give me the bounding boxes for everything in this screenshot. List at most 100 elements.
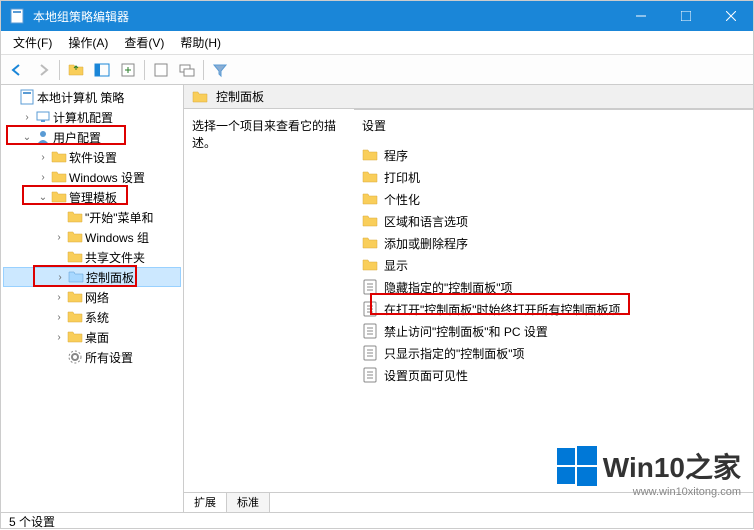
up-button[interactable] — [64, 58, 88, 82]
folder-icon — [67, 289, 83, 305]
setting-row[interactable]: 打印机 — [362, 166, 745, 188]
properties-button[interactable] — [175, 58, 199, 82]
setting-label: 隐藏指定的"控制面板"项 — [384, 279, 513, 296]
expand-icon[interactable]: ⌄ — [19, 132, 35, 143]
settings-header[interactable]: 设置 — [362, 117, 745, 134]
description-column: 选择一个项目来查看它的描述。 — [192, 117, 362, 484]
main-area: 本地计算机 策略 ›计算机配置 ⌄用户配置 ›软件设置 ›Windows 设置 … — [1, 85, 753, 512]
menubar: 文件(F) 操作(A) 查看(V) 帮助(H) — [1, 31, 753, 55]
show-hide-tree-button[interactable] — [90, 58, 114, 82]
setting-row[interactable]: 个性化 — [362, 188, 745, 210]
tree-desktop[interactable]: › 桌面 — [3, 327, 181, 347]
setting-row[interactable]: 程序 — [362, 144, 745, 166]
menu-file[interactable]: 文件(F) — [5, 32, 60, 53]
tab-extended[interactable]: 扩展 — [184, 493, 227, 512]
tree-label: 本地计算机 策略 — [37, 89, 128, 106]
expand-icon[interactable]: ⌄ — [35, 192, 51, 203]
refresh-button[interactable] — [149, 58, 173, 82]
setting-label: 显示 — [384, 257, 408, 274]
tree-label: 所有设置 — [85, 349, 137, 366]
tree-network[interactable]: › 网络 — [3, 287, 181, 307]
window-title: 本地组策略编辑器 — [33, 8, 618, 25]
setting-row[interactable]: 隐藏指定的"控制面板"项 — [362, 276, 745, 298]
tree-label: Windows 组 — [85, 229, 153, 246]
menu-action[interactable]: 操作(A) — [60, 32, 116, 53]
policy-icon — [362, 301, 378, 317]
tree-computer-config[interactable]: ›计算机配置 — [3, 107, 181, 127]
toolbar — [1, 55, 753, 85]
app-icon — [9, 8, 25, 24]
expand-icon[interactable]: › — [51, 292, 67, 303]
folder-icon — [362, 235, 378, 251]
setting-row[interactable]: 在打开"控制面板"时始终打开所有控制面板项 — [362, 298, 745, 320]
export-button[interactable] — [116, 58, 140, 82]
tree-root[interactable]: 本地计算机 策略 — [3, 87, 181, 107]
expand-icon[interactable]: › — [51, 232, 67, 243]
tree-control-panel[interactable]: ›控制面板 — [3, 267, 181, 287]
filter-button[interactable] — [208, 58, 232, 82]
content-body: 选择一个项目来查看它的描述。 设置 程序打印机个性化区域和语言选项添加或删除程序… — [184, 109, 753, 492]
folder-icon — [362, 257, 378, 273]
titlebar: 本地组策略编辑器 — [1, 1, 753, 31]
setting-label: 程序 — [384, 147, 408, 164]
tree-software-settings[interactable]: ›软件设置 — [3, 147, 181, 167]
setting-row[interactable]: 显示 — [362, 254, 745, 276]
folder-icon — [362, 213, 378, 229]
tree-shared-folders[interactable]: 共享文件夹 — [3, 247, 181, 267]
setting-row[interactable]: 添加或删除程序 — [362, 232, 745, 254]
statusbar: 5 个设置 — [1, 512, 753, 530]
tree-pane[interactable]: 本地计算机 策略 ›计算机配置 ⌄用户配置 ›软件设置 ›Windows 设置 … — [1, 85, 184, 512]
folder-open-icon — [68, 269, 84, 285]
folder-icon — [51, 169, 67, 185]
folder-icon — [51, 149, 67, 165]
back-button[interactable] — [5, 58, 29, 82]
setting-label: 禁止访问"控制面板"和 PC 设置 — [384, 323, 548, 340]
folder-icon — [67, 249, 83, 265]
content-pane: 控制面板 选择一个项目来查看它的描述。 设置 程序打印机个性化区域和语言选项添加… — [184, 85, 753, 512]
window-controls — [618, 1, 753, 31]
toolbar-separator — [203, 60, 204, 80]
expand-icon[interactable]: › — [51, 312, 67, 323]
policy-icon — [362, 323, 378, 339]
tree-windows-components[interactable]: › Windows 组 — [3, 227, 181, 247]
menu-view[interactable]: 查看(V) — [116, 32, 172, 53]
maximize-button[interactable] — [663, 1, 708, 31]
expand-icon[interactable]: › — [19, 112, 35, 123]
setting-label: 在打开"控制面板"时始终打开所有控制面板项 — [384, 301, 621, 318]
tree-start-menu[interactable]: "开始"菜单和 — [3, 207, 181, 227]
folder-icon — [192, 89, 208, 105]
tree-label: 桌面 — [85, 329, 113, 346]
setting-label: 只显示指定的"控制面板"项 — [384, 345, 525, 362]
setting-row[interactable]: 设置页面可见性 — [362, 364, 745, 386]
tree-all-settings[interactable]: 所有设置 — [3, 347, 181, 367]
setting-row[interactable]: 区域和语言选项 — [362, 210, 745, 232]
tree-label: Windows 设置 — [69, 169, 149, 186]
tree-system[interactable]: ›系统 — [3, 307, 181, 327]
tree-user-config[interactable]: ⌄用户配置 — [3, 127, 181, 147]
menu-help[interactable]: 帮助(H) — [172, 32, 229, 53]
folder-icon — [67, 329, 83, 345]
tree-label: 管理模板 — [69, 189, 121, 206]
tab-standard[interactable]: 标准 — [227, 493, 270, 512]
setting-row[interactable]: 禁止访问"控制面板"和 PC 设置 — [362, 320, 745, 342]
user-icon — [35, 129, 51, 145]
tree-admin-templates[interactable]: ⌄ 管理模板 — [3, 187, 181, 207]
close-button[interactable] — [708, 1, 753, 31]
toolbar-separator — [59, 60, 60, 80]
description-text: 选择一个项目来查看它的描述。 — [192, 117, 352, 151]
folder-icon — [362, 191, 378, 207]
expand-icon[interactable]: › — [52, 272, 68, 283]
forward-button[interactable] — [31, 58, 55, 82]
folder-icon — [67, 309, 83, 325]
setting-row[interactable]: 只显示指定的"控制面板"项 — [362, 342, 745, 364]
expand-icon[interactable]: › — [51, 332, 67, 343]
folder-icon — [362, 169, 378, 185]
expand-icon[interactable]: › — [35, 172, 51, 183]
expand-icon[interactable]: › — [35, 152, 51, 163]
minimize-button[interactable] — [618, 1, 663, 31]
folder-icon — [67, 229, 83, 245]
tree-label: 共享文件夹 — [85, 249, 149, 266]
setting-label: 个性化 — [384, 191, 420, 208]
tree-label: 网络 — [85, 289, 113, 306]
tree-windows-settings[interactable]: › Windows 设置 — [3, 167, 181, 187]
